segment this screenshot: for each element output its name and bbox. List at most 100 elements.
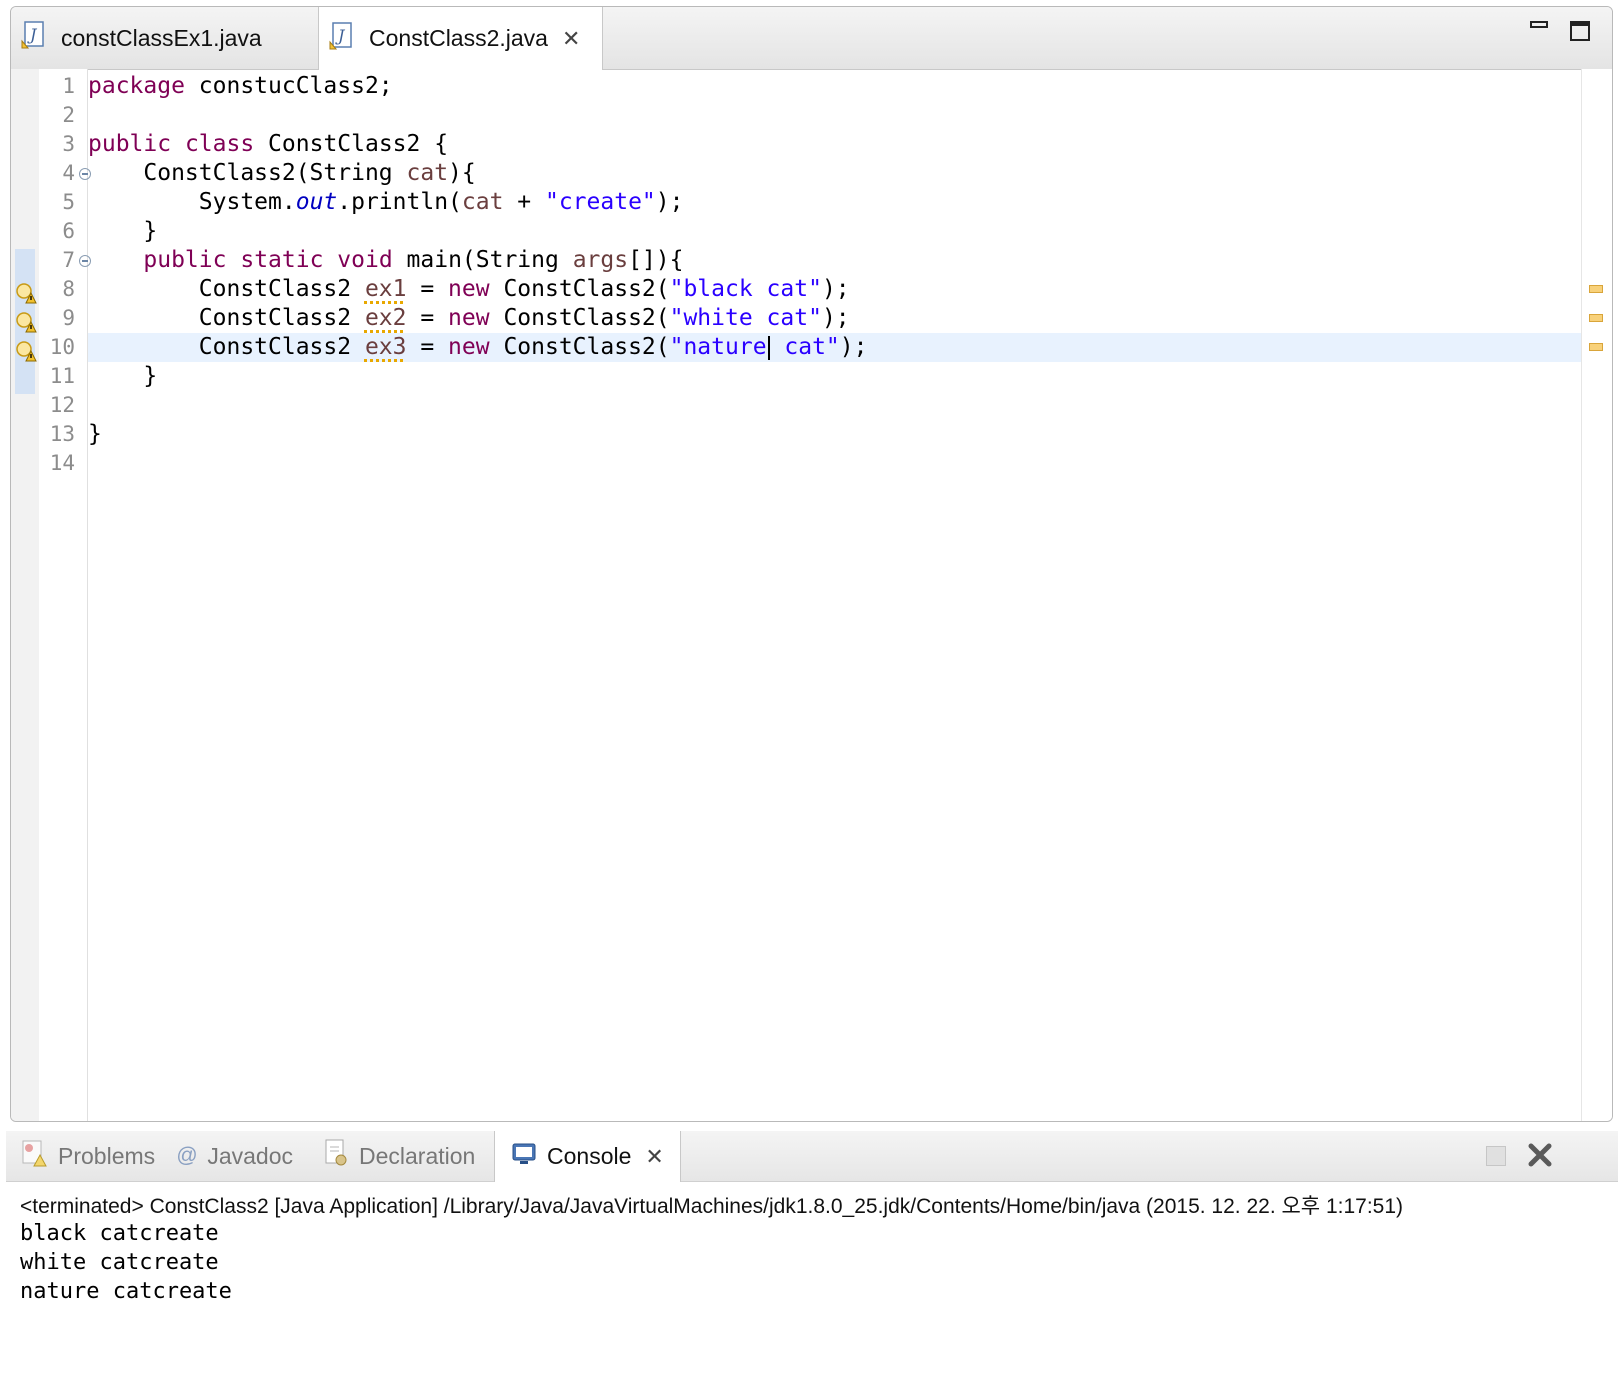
tab-console[interactable]: Console ✕ <box>494 1131 681 1182</box>
java-file-icon: J <box>329 21 357 57</box>
code-text: constucClass2; <box>184 73 393 99</box>
code-text: []){ <box>628 247 684 273</box>
code-text: ConstClass2( <box>489 276 670 302</box>
tab-label: ConstClass2.java <box>369 25 548 51</box>
parameter: cat <box>406 160 449 186</box>
tab-label: Javadoc <box>207 1142 293 1169</box>
code-text: ); <box>821 305 850 331</box>
code-text: = <box>406 334 449 360</box>
close-icon[interactable]: ✕ <box>645 1144 663 1170</box>
console-output-line: black catcreate <box>20 1221 219 1246</box>
warning-marker[interactable] <box>1589 343 1603 351</box>
string-literal: "white cat" <box>669 305 822 331</box>
maximize-icon[interactable] <box>1570 21 1590 41</box>
tab-label: Declaration <box>359 1142 476 1169</box>
code-line-8: ConstClass2 ex1 = new ConstClass2("black… <box>88 275 850 304</box>
warning-icon[interactable] <box>15 282 37 304</box>
keyword: package <box>88 73 185 99</box>
code-text: ConstClass2 { <box>254 131 449 157</box>
line-number: 12 <box>49 393 75 417</box>
code-text: ConstClass2 <box>88 334 365 360</box>
tab-javadoc[interactable]: @ Javadoc <box>176 1131 293 1181</box>
keyword: void <box>337 247 393 273</box>
code-editor[interactable]: package constucClass2; public class Cons… <box>88 69 1582 1121</box>
overview-ruler <box>1581 69 1612 1121</box>
string-literal: cat" <box>770 334 840 360</box>
console-launch-description: <terminated> ConstClass2 [Java Applicati… <box>20 1195 1404 1218</box>
line-number: 11 <box>49 364 75 388</box>
string-literal: "black cat" <box>669 276 822 302</box>
tab-constclassex1-java[interactable]: J constClassEx1.java <box>11 7 318 69</box>
terminate-icon[interactable] <box>1486 1146 1506 1166</box>
keyword: new <box>448 334 490 360</box>
keyword: new <box>448 276 490 302</box>
line-number: 4 <box>62 161 75 185</box>
line-number: 3 <box>62 132 75 156</box>
line-number: 9 <box>62 306 75 330</box>
code-text: ConstClass2( <box>489 334 670 360</box>
line-number: 5 <box>62 190 75 214</box>
console-pane: Problems @ Javadoc Declaration Console ✕… <box>6 1131 1618 1378</box>
code-text: = <box>406 276 449 302</box>
code-text: ConstClass2(String <box>88 160 407 186</box>
warning-icon[interactable] <box>15 340 37 362</box>
console-output-line: nature catcreate <box>20 1279 232 1304</box>
code-line-11: } <box>88 363 158 389</box>
code-text: .println( <box>337 189 462 215</box>
java-file-icon: J <box>21 20 49 56</box>
line-number: 2 <box>62 103 75 127</box>
code-line-6: } <box>88 218 158 244</box>
vertical-ruler <box>11 69 39 1121</box>
console-monitor-icon <box>511 1141 537 1173</box>
code-text: ConstClass2 <box>88 276 365 302</box>
line-number-gutter: 1 2 3 4 5 6 7 8 9 10 11 12 13 14 <box>39 69 91 1121</box>
line-number: 1 <box>62 74 75 98</box>
string-literal: "nature <box>669 334 767 360</box>
code-text: = <box>406 305 449 331</box>
line-number: 10 <box>49 335 75 359</box>
declaration-icon <box>323 1138 349 1174</box>
string-literal: "create" <box>544 189 656 215</box>
code-line-13: } <box>88 421 102 447</box>
line-number: 14 <box>49 451 75 475</box>
console-tab-bar: Problems @ Javadoc Declaration Console ✕ <box>6 1131 1618 1182</box>
remove-launch-icon[interactable] <box>1526 1141 1554 1169</box>
code-line-10: ConstClass2 ex3 = new ConstClass2("natur… <box>88 333 868 362</box>
warning-marker[interactable] <box>1589 285 1603 293</box>
line-number: 8 <box>62 277 75 301</box>
code-line-4: ConstClass2(String cat){ <box>88 159 475 188</box>
code-text: ); <box>821 276 850 302</box>
code-line-1: package constucClass2; <box>88 72 393 101</box>
code-line-9: ConstClass2 ex2 = new ConstClass2("white… <box>88 304 850 333</box>
line-number: 7 <box>62 248 75 272</box>
code-text: + <box>503 189 545 215</box>
tab-problems[interactable]: Problems <box>20 1131 155 1181</box>
code-text: System. <box>88 189 296 215</box>
warning-icon[interactable] <box>15 311 37 333</box>
code-line-5: System.out.println(cat + "create"); <box>88 188 684 217</box>
tab-declaration[interactable]: Declaration <box>323 1131 475 1181</box>
code-text: ); <box>655 189 684 215</box>
parameter: cat <box>461 189 504 215</box>
unused-variable: ex2 <box>364 305 407 331</box>
code-text: ConstClass2 <box>88 305 365 331</box>
keyword: public <box>143 247 227 273</box>
unused-variable: ex3 <box>364 334 407 360</box>
editor-pane: J constClassEx1.java J ConstClass2.java … <box>10 6 1613 1122</box>
at-icon: @ <box>176 1144 198 1167</box>
keyword: new <box>448 305 490 331</box>
code-text: ConstClass2( <box>489 305 670 331</box>
close-icon[interactable]: ✕ <box>562 26 580 52</box>
code-line-3: public class ConstClass2 { <box>88 130 448 159</box>
static-field: out <box>295 189 338 215</box>
console-output-line: white catcreate <box>20 1250 219 1275</box>
warning-marker[interactable] <box>1589 314 1603 322</box>
minimize-icon[interactable] <box>1530 21 1548 28</box>
keyword: public <box>88 131 172 157</box>
tab-constclass2-java[interactable]: J ConstClass2.java ✕ <box>318 7 603 70</box>
problems-icon <box>20 1138 48 1174</box>
text-cursor <box>767 335 770 360</box>
line-number: 6 <box>62 219 75 243</box>
keyword: static <box>240 247 324 273</box>
